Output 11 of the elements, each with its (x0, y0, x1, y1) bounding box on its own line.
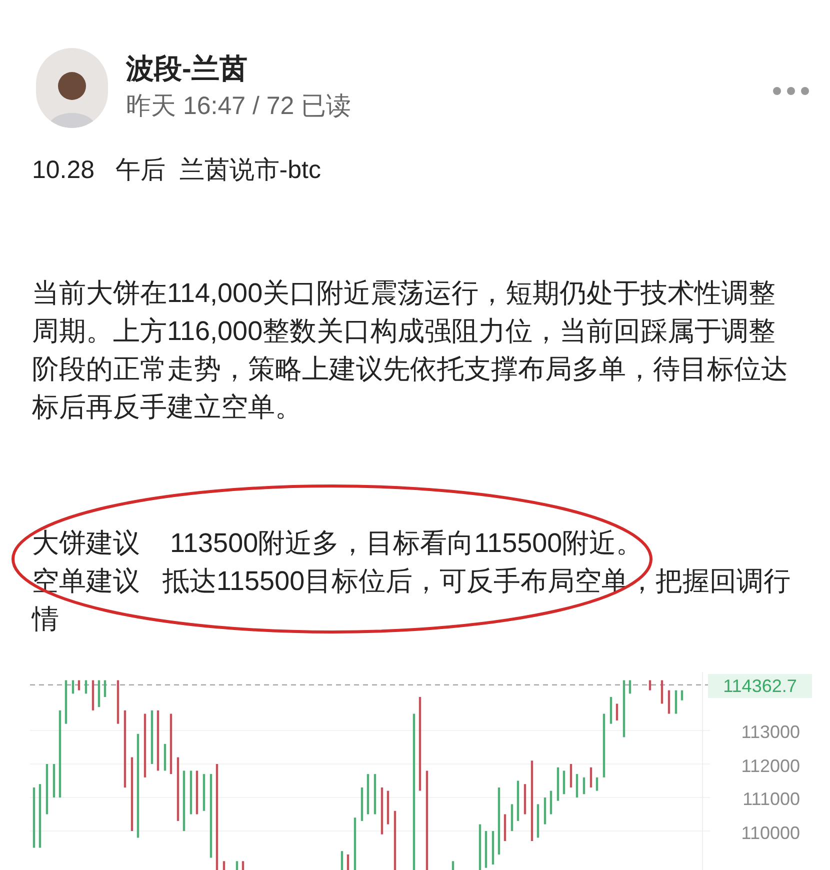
suggestion-text: 大饼建议 113500附近多，目标看向115500附近。 (32, 527, 644, 560)
post-paragraph: 当前大饼在114,000关口附近震荡运行，短期仍处于技术性调整周期。上方116,000整数关口构成强阻力位，当前回踩属于调整阶段的正常走势，策略上建议先依托支撑布局多单，待目标位达标后再反手建立空单。 (32, 277, 789, 424)
axis-label: 111000 (742, 788, 800, 810)
more-options-icon[interactable] (772, 86, 810, 96)
post-meta: 昨天 16:47 / 72 已读 (126, 91, 352, 122)
axis-label: 110000 (740, 822, 800, 844)
price-tag: 114362.7 (708, 674, 812, 698)
axis-label: 112000 (740, 754, 800, 776)
post-title: 10.28 午后 兰茵说市-btc (32, 155, 322, 186)
axis-label: 113000 (740, 721, 800, 743)
author-name[interactable]: 波段-兰茵 (126, 50, 352, 88)
